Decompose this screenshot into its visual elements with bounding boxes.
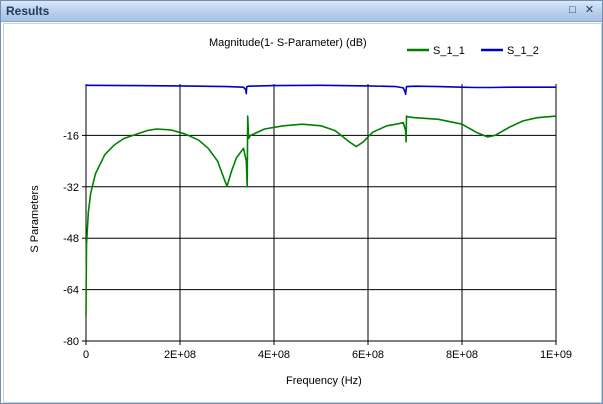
tick-labels: 0 2E+08 4E+08 6E+08 8E+08 1E+09 -16 -32 -48 -64 -8… (63, 130, 572, 361)
results-window: Results □ ✕ Magnitude(1- S-Parameter) (d… (0, 0, 603, 404)
chart-area: Magnitude(1- S-Parameter) (dB) Frequency… (3, 23, 602, 403)
y-axis-label: S Parameters (29, 185, 41, 253)
x-tick-label: 0 (83, 349, 89, 361)
grid-lines (82, 84, 557, 345)
x-tick-label: 8E+08 (446, 349, 478, 361)
y-tick-label: -16 (63, 130, 79, 142)
x-tick-label: 4E+08 (258, 349, 290, 361)
maximize-icon[interactable]: □ (566, 4, 579, 17)
close-icon[interactable]: ✕ (583, 4, 596, 17)
y-tick-label: -64 (63, 285, 79, 297)
y-tick-label: -80 (63, 336, 79, 348)
x-tick-label: 6E+08 (352, 349, 384, 361)
series-line-S_1_2 (85, 84, 556, 96)
x-tick-label: 2E+08 (164, 349, 196, 361)
y-tick-label: -32 (63, 182, 79, 194)
legend: S_1_1 S_1_2 (407, 45, 539, 57)
window-title: Results (6, 4, 50, 18)
x-axis-label: Frequency (Hz) (286, 375, 362, 387)
title-bar[interactable]: Results □ ✕ (1, 1, 602, 22)
legend-label-S_1_1: S_1_1 (433, 45, 465, 57)
chart-title: Magnitude(1- S-Parameter) (dB) (209, 37, 367, 49)
y-tick-label: -48 (63, 233, 79, 245)
legend-label-S_1_2: S_1_2 (507, 45, 539, 57)
x-tick-label: 1E+09 (540, 349, 572, 361)
series-line-S_1_1 (85, 115, 557, 316)
chart-svg: Magnitude(1- S-Parameter) (dB) Frequency… (29, 37, 572, 387)
series-lines (85, 84, 557, 316)
